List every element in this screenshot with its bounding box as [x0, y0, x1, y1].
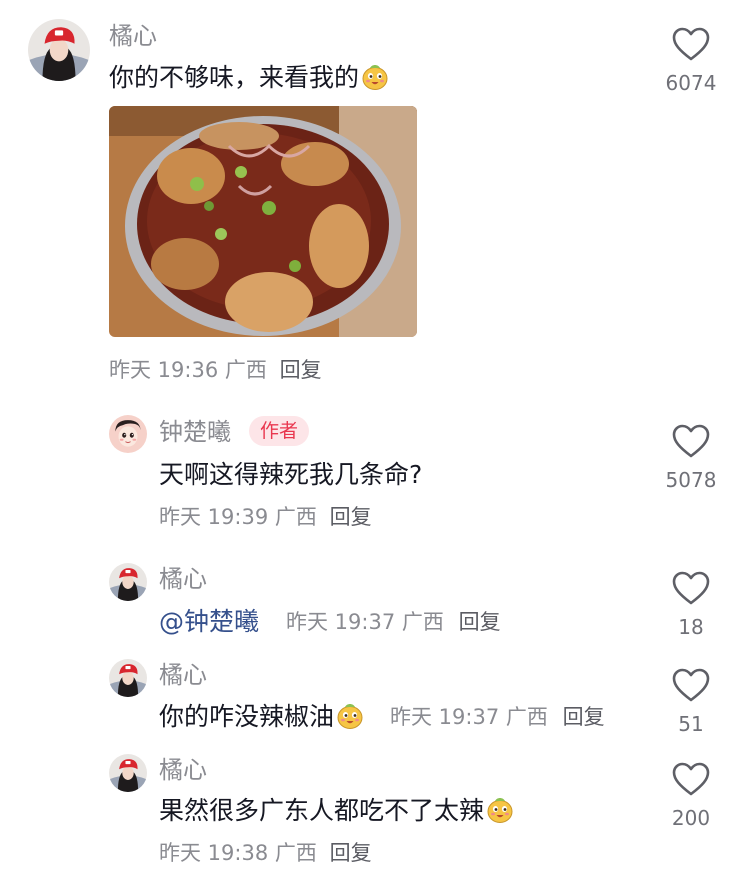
like-count: 18 [678, 615, 704, 639]
comment-text[interactable]: 你的不够味，来看我的 [109, 62, 389, 94]
heart-outline-icon [671, 26, 711, 62]
heart-outline-icon [671, 667, 711, 703]
heart-outline-icon [671, 570, 711, 606]
reply-text[interactable]: 果然很多广东人都吃不了太辣 [159, 795, 514, 827]
comment-text-content: 你的不够味，来看我的 [109, 63, 360, 92]
user-avatar-image [109, 563, 147, 601]
avatar[interactable] [109, 563, 147, 601]
author-badge: 作者 [249, 416, 310, 446]
reply-button[interactable]: 回复 [563, 705, 605, 729]
reply-username[interactable]: 橘心 [159, 660, 207, 690]
hot-pot-photo[interactable] [109, 106, 417, 337]
reply-text-content: 果然很多广东人都吃不了太辣 [159, 796, 485, 825]
reply-location: 广西 [274, 505, 317, 529]
reply-username[interactable]: 钟楚曦 [159, 417, 231, 447]
like-button[interactable]: 200 [659, 761, 723, 831]
avatar[interactable] [28, 19, 90, 81]
avatar[interactable] [109, 754, 147, 792]
like-count: 5078 [665, 468, 717, 492]
heart-outline-icon [671, 761, 711, 797]
reply-time: 昨天 19:38 [159, 841, 269, 865]
reply-time: 昨天 19:37 [286, 610, 396, 634]
like-button[interactable]: 5078 [659, 423, 723, 493]
reply-meta: 昨天 19:39 广西 回复 [159, 503, 372, 531]
reply-username[interactable]: 橘心 [159, 564, 207, 594]
comment-username[interactable]: 橘心 [109, 21, 157, 51]
user-avatar-image [109, 659, 147, 697]
comment-meta: 昨天 19:36 广西 回复 [109, 356, 322, 384]
reply-button[interactable]: 回复 [330, 505, 372, 529]
comment-time: 昨天 19:36 [109, 358, 219, 382]
reply-meta: 昨天 19:37 广西 回复 [286, 608, 501, 636]
reply-location: 广西 [274, 841, 317, 865]
author-avatar-image [109, 415, 147, 453]
reply-text[interactable]: @钟楚曦 [159, 606, 259, 638]
reply-text-content: 你的咋没辣椒油 [159, 702, 335, 731]
like-count: 200 [671, 806, 711, 830]
like-count: 51 [678, 712, 704, 736]
smile-face-emoji-icon [486, 796, 514, 824]
reply-time: 昨天 19:39 [159, 505, 269, 529]
reply-text[interactable]: 天啊这得辣死我几条命? [159, 459, 422, 491]
reply-time: 昨天 19:37 [390, 705, 500, 729]
heart-outline-icon [671, 423, 711, 459]
reply-meta: 昨天 19:38 广西 回复 [159, 839, 372, 867]
reply-button[interactable]: 回复 [459, 610, 501, 634]
smile-face-emoji-icon [361, 63, 389, 91]
user-avatar-image [109, 754, 147, 792]
hot-pot-image [109, 106, 417, 337]
reply-location: 广西 [401, 610, 444, 634]
like-button[interactable]: 51 [659, 667, 723, 737]
like-count: 6074 [665, 71, 717, 95]
avatar[interactable] [109, 659, 147, 697]
smile-face-emoji-icon [336, 702, 364, 730]
reply-location: 广西 [505, 705, 548, 729]
reply-username[interactable]: 橘心 [159, 755, 207, 785]
like-button[interactable]: 6074 [659, 26, 723, 96]
reply-button[interactable]: 回复 [280, 358, 322, 382]
like-button[interactable]: 18 [659, 570, 723, 640]
user-avatar-image [28, 19, 90, 81]
reply-text[interactable]: 你的咋没辣椒油 [159, 701, 364, 733]
avatar[interactable] [109, 415, 147, 453]
reply-meta: 昨天 19:37 广西 回复 [390, 703, 605, 731]
reply-button[interactable]: 回复 [330, 841, 372, 865]
comment-location: 广西 [224, 358, 267, 382]
mention-link[interactable]: @钟楚曦 [159, 607, 259, 636]
